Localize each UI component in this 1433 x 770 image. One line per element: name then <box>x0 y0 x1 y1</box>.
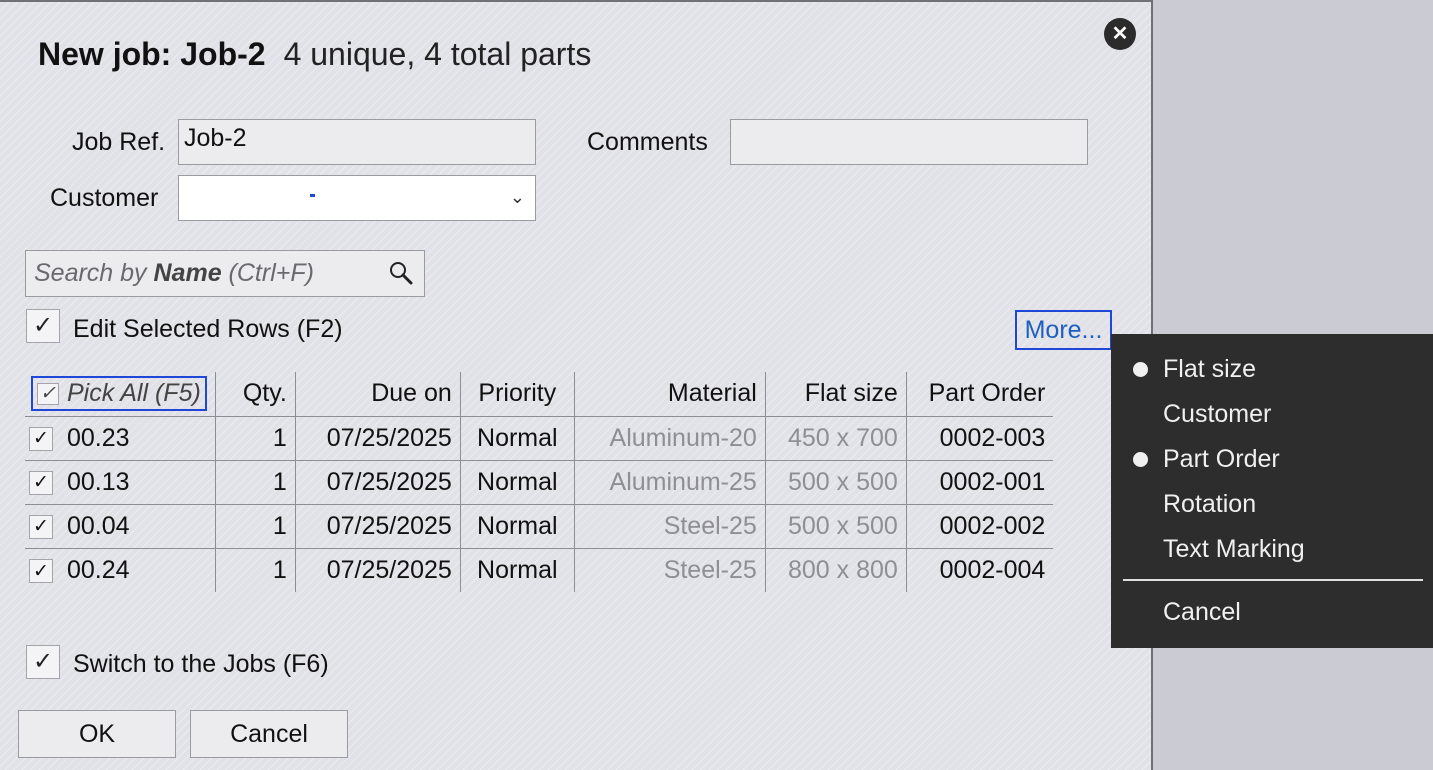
menu-item-part-order[interactable]: Part Order <box>1163 445 1280 474</box>
table-row[interactable]: ✓ 00.24 1 07/25/2025 Normal Steel-25 800 … <box>25 548 1053 592</box>
table-row[interactable]: ✓ 00.23 1 07/25/2025 Normal Aluminum-20 4… <box>25 416 1054 461</box>
menu-item-cancel[interactable]: Cancel <box>1163 598 1241 627</box>
cell-flat-size: 450 x 700 <box>765 416 907 461</box>
cell-part-order: 0002-004 <box>939 555 1046 584</box>
col-flat-size[interactable]: Flat size <box>765 372 907 417</box>
cell-priority: Normal <box>460 416 575 461</box>
parts-table: ✓ Pick All (F5) Qty. Due on Priority Mat… <box>25 372 1054 592</box>
comments-input[interactable] <box>730 119 1088 165</box>
ok-button[interactable]: OK <box>18 710 176 758</box>
col-due-on[interactable]: Due on <box>295 372 461 417</box>
dialog-title: New job: Job-2 4 unique, 4 total parts <box>38 36 591 73</box>
job-ref-input[interactable]: Job-2 <box>178 119 536 165</box>
cell-material: Steel-25 <box>574 548 766 592</box>
cell-material: Steel-25 <box>574 504 766 549</box>
search-placeholder-bold: Name <box>153 259 222 287</box>
edit-selected-label: Edit Selected Rows (F2) <box>73 315 343 343</box>
more-context-menu: Flat size Customer Part Order Rotation T… <box>1111 334 1433 648</box>
chevron-down-icon: ⌄ <box>509 187 525 207</box>
edit-selected-checkbox[interactable]: ✓ <box>26 309 60 343</box>
selected-dot-icon <box>1133 452 1148 467</box>
dialog-title-main: New job: Job-2 <box>38 36 266 72</box>
customer-label: Customer <box>50 184 159 212</box>
comments-label: Comments <box>587 128 708 156</box>
col-material[interactable]: Material <box>574 372 766 417</box>
row-checkbox[interactable]: ✓ <box>29 514 53 539</box>
pick-all-toggle[interactable]: ✓ Pick All (F5) <box>31 376 207 412</box>
cell-due-on: 07/25/2025 <box>295 416 461 461</box>
col-qty[interactable]: Qty. <box>215 372 296 417</box>
cell-qty: 1 <box>215 548 296 592</box>
menu-item-text-marking[interactable]: Text Marking <box>1163 535 1305 564</box>
pick-all-label: Pick All (F5) <box>67 379 201 408</box>
row-name: 00.24 <box>67 555 130 584</box>
more-link[interactable]: More... <box>1015 310 1112 350</box>
cell-name: ✓ 00.04 <box>25 504 216 549</box>
menu-item-customer[interactable]: Customer <box>1163 400 1271 429</box>
cell-part-order: 0002-003 <box>906 416 1054 461</box>
menu-item-flat-size[interactable]: Flat size <box>1163 355 1256 384</box>
table-header-row: ✓ Pick All (F5) Qty. Due on Priority Mat… <box>25 372 1054 417</box>
cancel-button[interactable]: Cancel <box>190 710 348 758</box>
switch-jobs-label: Switch to the Jobs (F6) <box>73 650 329 678</box>
customer-select[interactable]: ⌄ <box>178 175 536 221</box>
row-name: 00.13 <box>67 467 130 496</box>
row-name: 00.23 <box>67 423 130 452</box>
search-placeholder-prefix: Search by <box>34 259 154 287</box>
cell-name: ✓ 00.24 <box>25 548 216 592</box>
pick-all-checkbox[interactable]: ✓ <box>37 382 59 405</box>
table-row[interactable]: ✓ 00.13 1 07/25/2025 Normal Aluminum-25 5… <box>25 460 1054 505</box>
table-row[interactable]: ✓ 00.04 1 07/25/2025 Normal Steel-25 500 … <box>25 504 1054 549</box>
search-input[interactable]: Search by Name (Ctrl+F) <box>25 250 425 297</box>
job-ref-label: Job Ref. <box>72 128 166 156</box>
cell-qty: 1 <box>215 416 296 461</box>
cell-priority: Normal <box>460 504 575 549</box>
search-icon[interactable] <box>388 260 414 286</box>
row-checkbox[interactable]: ✓ <box>29 470 53 495</box>
cell-due-on: 07/25/2025 <box>295 504 461 549</box>
cell-name: ✓ 00.23 <box>25 416 216 461</box>
close-icon[interactable]: ✕ <box>1104 18 1136 50</box>
new-job-dialog: ✕ New job: Job-2 4 unique, 4 total parts … <box>0 0 1153 770</box>
cell-qty: 1 <box>215 504 296 549</box>
text-cursor <box>310 194 315 197</box>
cell-flat-size: 500 x 500 <box>765 460 907 505</box>
row-checkbox[interactable]: ✓ <box>29 559 53 584</box>
cell-due-on: 07/25/2025 <box>295 460 461 505</box>
cell-qty: 1 <box>215 460 296 505</box>
switch-jobs-checkbox[interactable]: ✓ <box>26 645 60 679</box>
menu-item-rotation[interactable]: Rotation <box>1163 490 1256 519</box>
selected-dot-icon <box>1133 362 1148 377</box>
cell-flat-size: 500 x 500 <box>765 504 907 549</box>
cell-name: ✓ 00.13 <box>25 460 216 505</box>
cell-priority: Normal <box>460 460 575 505</box>
cell-material: Aluminum-20 <box>574 416 766 461</box>
menu-separator <box>1123 579 1423 581</box>
cell-part-order: 0002-002 <box>906 504 1054 549</box>
cell-due-on: 07/25/2025 <box>295 548 461 592</box>
col-pick-all[interactable]: ✓ Pick All (F5) <box>25 372 216 417</box>
col-priority[interactable]: Priority <box>460 372 575 417</box>
cell-priority: Normal <box>460 548 575 592</box>
dialog-subtitle: 4 unique, 4 total parts <box>283 36 592 72</box>
col-part-order[interactable]: Part Order <box>906 372 1054 417</box>
row-name: 00.04 <box>67 511 130 540</box>
cell-flat-size: 800 x 800 <box>765 548 907 592</box>
cell-material: Aluminum-25 <box>574 460 766 505</box>
row-checkbox[interactable]: ✓ <box>29 426 53 451</box>
cell-part-order: 0002-001 <box>906 460 1054 505</box>
search-placeholder-suffix: (Ctrl+F) <box>221 259 314 287</box>
